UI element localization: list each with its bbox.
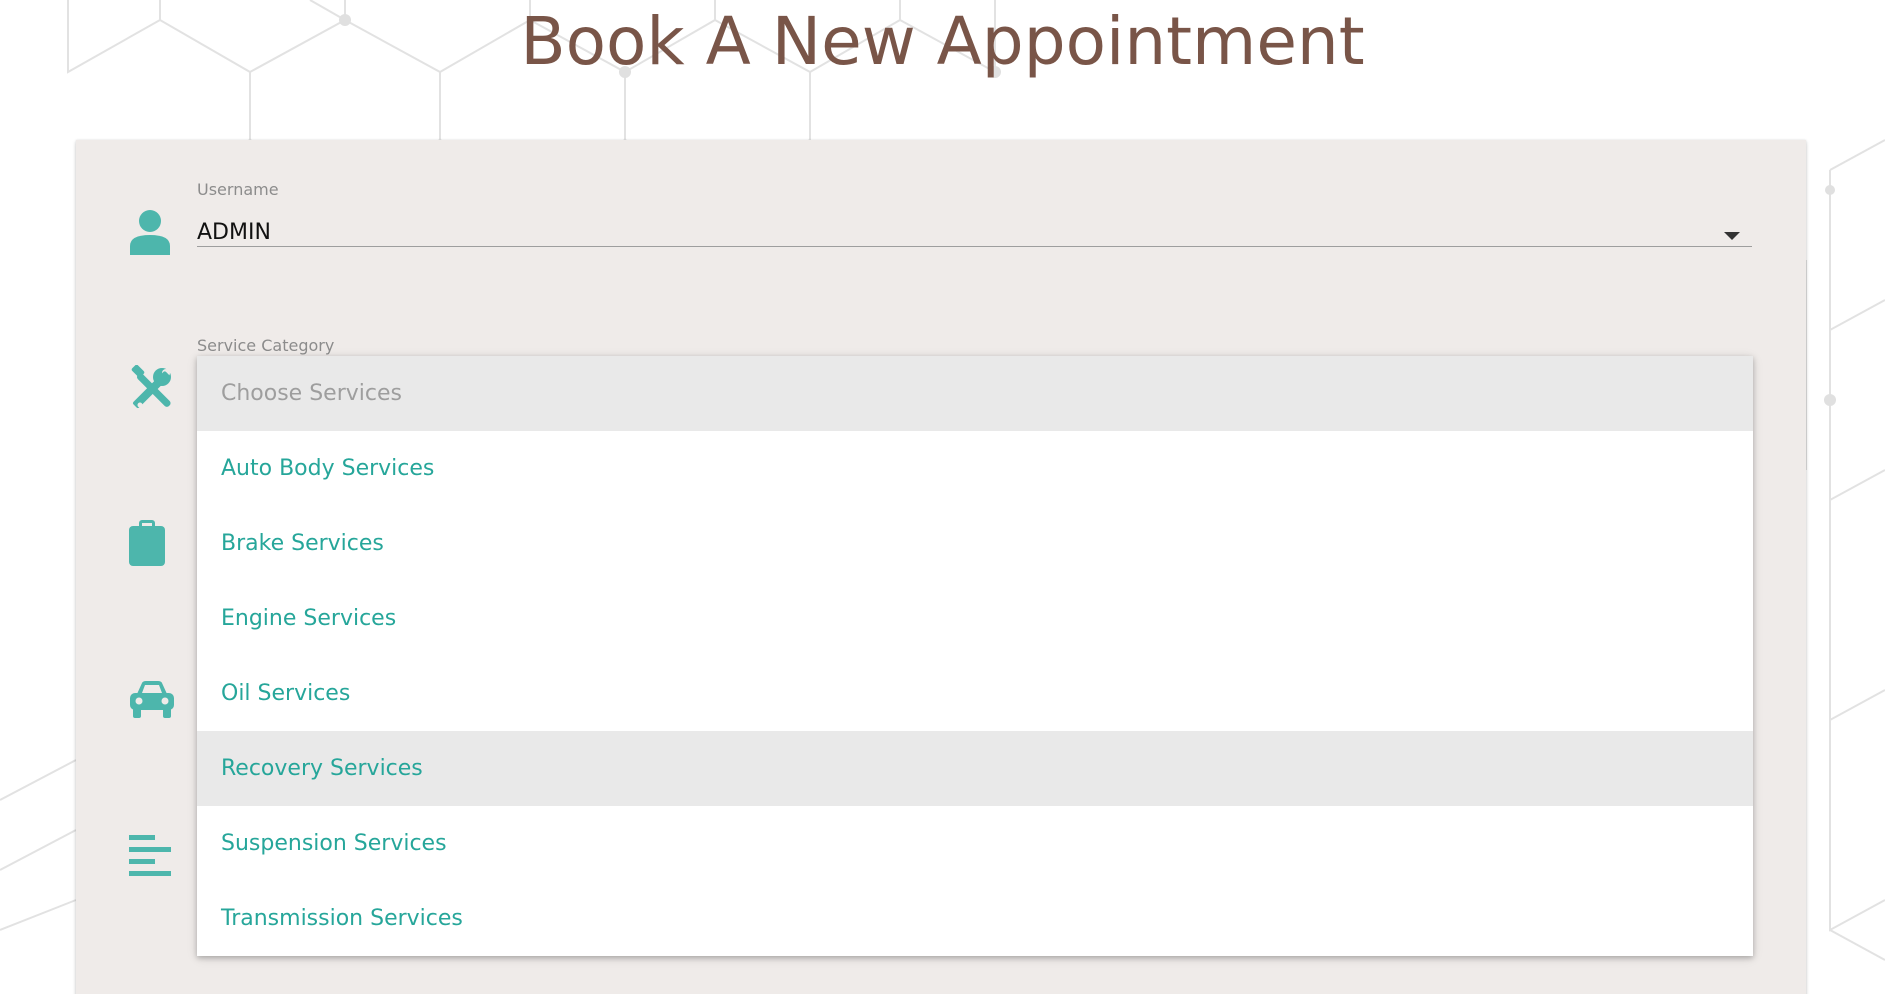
dropdown-option[interactable]: Transmission Services [197, 881, 1753, 956]
caret-down-icon[interactable] [1724, 232, 1740, 240]
car-icon [129, 680, 175, 724]
person-icon [129, 208, 171, 260]
page: Book A New Appointment Username ADMIN Se… [0, 0, 1885, 994]
dropdown-option[interactable]: Engine Services [197, 581, 1753, 656]
dropdown-placeholder: Choose Services [197, 356, 1753, 431]
page-title: Book A New Appointment [520, 3, 1365, 80]
dropdown-option[interactable]: Auto Body Services [197, 431, 1753, 506]
dropdown-option[interactable]: Oil Services [197, 656, 1753, 731]
notes-icon [129, 835, 171, 881]
username-value: ADMIN [197, 220, 271, 245]
dropdown-option-highlighted[interactable]: Recovery Services [197, 731, 1753, 806]
service-category-dropdown: Choose Services Auto Body Services Brake… [197, 356, 1753, 956]
dropdown-option[interactable]: Suspension Services [197, 806, 1753, 881]
service-category-label: Service Category [197, 336, 335, 355]
username-select[interactable]: ADMIN [197, 180, 1752, 247]
clipboard-icon [129, 520, 165, 570]
tools-icon [128, 364, 176, 417]
dropdown-option[interactable]: Brake Services [197, 506, 1753, 581]
